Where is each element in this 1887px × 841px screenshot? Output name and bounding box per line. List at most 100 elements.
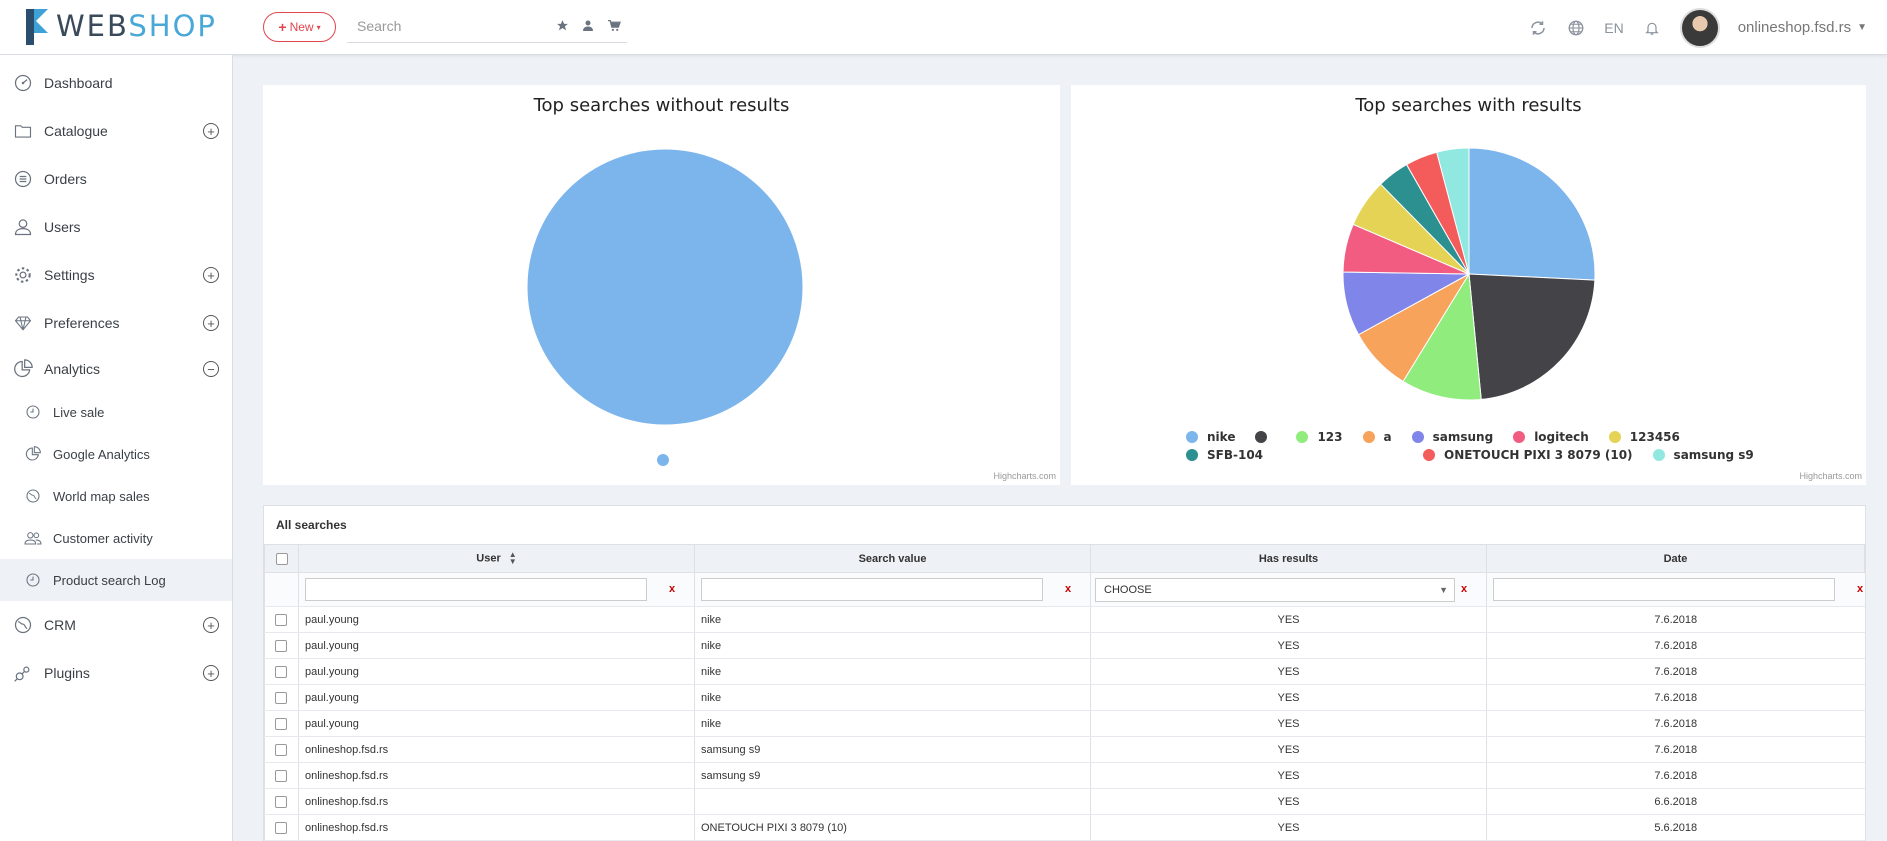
legend-marker [1255, 431, 1268, 443]
sidebar-subitem-label: Live sale [53, 404, 105, 420]
expand-icon[interactable]: + [203, 123, 219, 139]
legend-marker[interactable] [657, 454, 669, 466]
legend-item[interactable]: logitech [1513, 428, 1589, 446]
row-checkbox-cell [264, 788, 299, 815]
user-menu[interactable]: onlineshop.fsd.rs ▼ [1738, 19, 1867, 36]
row-checkbox[interactable] [275, 613, 287, 626]
column-header-search-value[interactable]: Search value [694, 544, 1091, 573]
clear-search-value-filter[interactable]: x [1065, 583, 1071, 595]
sidebar-item-analytics[interactable]: Analytics − [0, 347, 232, 391]
table-row[interactable]: onlineshop.fsd.rs ONETOUCH PIXI 3 8079 (1… [264, 814, 1865, 841]
clear-user-filter[interactable]: x [669, 583, 675, 595]
legend-item[interactable]: 123 [1296, 428, 1343, 446]
pie-slice[interactable] [1468, 147, 1596, 281]
cell-search-value: nike [694, 658, 1091, 685]
search-input[interactable] [347, 12, 547, 40]
user-icon [12, 216, 34, 238]
cell-search-value: nike [694, 684, 1091, 711]
sidebar-item-settings[interactable]: Settings + [0, 251, 232, 299]
filter-cell [264, 572, 299, 607]
collapse-icon[interactable]: − [203, 361, 219, 377]
table-row[interactable]: paul.young nike YES 7.6.2018 [264, 606, 1865, 633]
expand-icon[interactable]: + [203, 665, 219, 681]
pie-slice[interactable] [1468, 273, 1596, 400]
table-row[interactable]: onlineshop.fsd.rs YES 6.6.2018 [264, 788, 1865, 815]
legend-item[interactable]: 123456 [1608, 428, 1680, 446]
refresh-icon[interactable] [1528, 18, 1548, 38]
row-checkbox[interactable] [275, 743, 287, 756]
chart-credit[interactable]: Highcharts.com [993, 471, 1056, 481]
row-checkbox[interactable] [275, 821, 287, 834]
avatar[interactable] [1679, 7, 1720, 48]
table-row[interactable]: paul.young nike YES 7.6.2018 [264, 658, 1865, 685]
expand-icon[interactable]: + [203, 315, 219, 331]
cell-user: paul.young [298, 606, 695, 633]
cart-icon[interactable] [607, 18, 621, 32]
sidebar-item-crm[interactable]: CRM + [0, 601, 232, 649]
sidebar-item-preferences[interactable]: Preferences + [0, 299, 232, 347]
legend-item[interactable]: samsung [1411, 428, 1493, 446]
legend-item[interactable]: samsung s9 [1652, 446, 1754, 464]
expand-icon[interactable]: + [203, 617, 219, 633]
legend-item[interactable]: SFB-104 [1186, 446, 1263, 464]
date-filter-input[interactable] [1493, 578, 1835, 601]
row-checkbox[interactable] [275, 665, 287, 678]
logo[interactable]: WEBSHOP [24, 6, 217, 46]
cell-search-value [694, 788, 1091, 815]
column-header-user[interactable]: User ▲ ▼ [298, 544, 695, 573]
pie-chart-with-results [1342, 147, 1596, 401]
new-button[interactable]: + New ▾ [263, 12, 336, 42]
sidebar-subitem-product-search-log[interactable]: Product search Log [0, 559, 232, 601]
legend-item[interactable]: a [1362, 428, 1392, 446]
sidebar-item-label: Users [44, 219, 81, 235]
has-results-filter-select[interactable]: CHOOSE ▼ [1095, 577, 1455, 602]
clear-date-filter[interactable]: x [1857, 583, 1863, 595]
sidebar-item-users[interactable]: Users [0, 203, 232, 251]
star-icon[interactable] [555, 18, 569, 32]
sidebar-subitem-google-analytics[interactable]: Google Analytics [0, 433, 232, 475]
column-header-has-results[interactable]: Has results [1090, 544, 1487, 573]
pie-slice[interactable] [526, 148, 804, 426]
table-row[interactable]: onlineshop.fsd.rs samsung s9 YES 7.6.2018 [264, 736, 1865, 763]
chart-credit[interactable]: Highcharts.com [1799, 471, 1862, 481]
sidebar-item-dashboard[interactable]: Dashboard [0, 59, 232, 107]
sidebar-item-label: Settings [44, 267, 95, 283]
legend-marker [1513, 431, 1526, 443]
row-checkbox[interactable] [275, 691, 287, 704]
row-checkbox[interactable] [275, 769, 287, 782]
sidebar-subitem-world-map-sales[interactable]: World map sales [0, 475, 232, 517]
user-filter-input[interactable] [305, 578, 647, 601]
sidebar-item-label: CRM [44, 617, 76, 633]
cell-search-value: ONETOUCH PIXI 3 8079 (10) [694, 814, 1091, 841]
row-checkbox-cell [264, 710, 299, 737]
sort-icon[interactable]: ▲ ▼ [509, 551, 517, 565]
table-row[interactable]: onlineshop.fsd.rs samsung s9 YES 7.6.2018 [264, 762, 1865, 789]
expand-icon[interactable]: + [203, 267, 219, 283]
legend-marker [1362, 431, 1375, 443]
legend-item[interactable]: ONETOUCH PIXI 3 8079 (10) [1423, 446, 1633, 464]
row-checkbox[interactable] [275, 795, 287, 808]
legend-marker [1652, 449, 1665, 461]
sidebar-item-catalogue[interactable]: Catalogue + [0, 107, 232, 155]
sidebar-item-orders[interactable]: Orders [0, 155, 232, 203]
row-checkbox[interactable] [275, 639, 287, 652]
searches-table: User ▲ ▼ Search value Has results Date x x… [264, 544, 1865, 841]
sidebar-subitem-live-sale[interactable]: Live sale [0, 391, 232, 433]
sidebar-item-plugins[interactable]: Plugins + [0, 649, 232, 697]
legend-item[interactable]: nike [1186, 428, 1235, 446]
table-row[interactable]: paul.young nike YES 7.6.2018 [264, 684, 1865, 711]
legend-marker [1296, 431, 1309, 443]
table-row[interactable]: paul.young nike YES 7.6.2018 [264, 710, 1865, 737]
user-icon[interactable] [581, 18, 595, 32]
row-checkbox[interactable] [275, 717, 287, 730]
clear-has-results-filter[interactable]: x [1461, 583, 1467, 595]
sidebar-subitem-customer-activity[interactable]: Customer activity [0, 517, 232, 559]
column-header-date[interactable]: Date [1486, 544, 1865, 573]
select-all-checkbox[interactable] [275, 552, 288, 565]
legend-item[interactable] [1255, 428, 1276, 446]
globe-icon[interactable] [1566, 18, 1586, 38]
search-value-filter-input[interactable] [701, 578, 1043, 601]
bell-icon[interactable] [1642, 18, 1662, 38]
table-row[interactable]: paul.young nike YES 7.6.2018 [264, 632, 1865, 659]
language-selector[interactable]: EN [1604, 20, 1623, 36]
